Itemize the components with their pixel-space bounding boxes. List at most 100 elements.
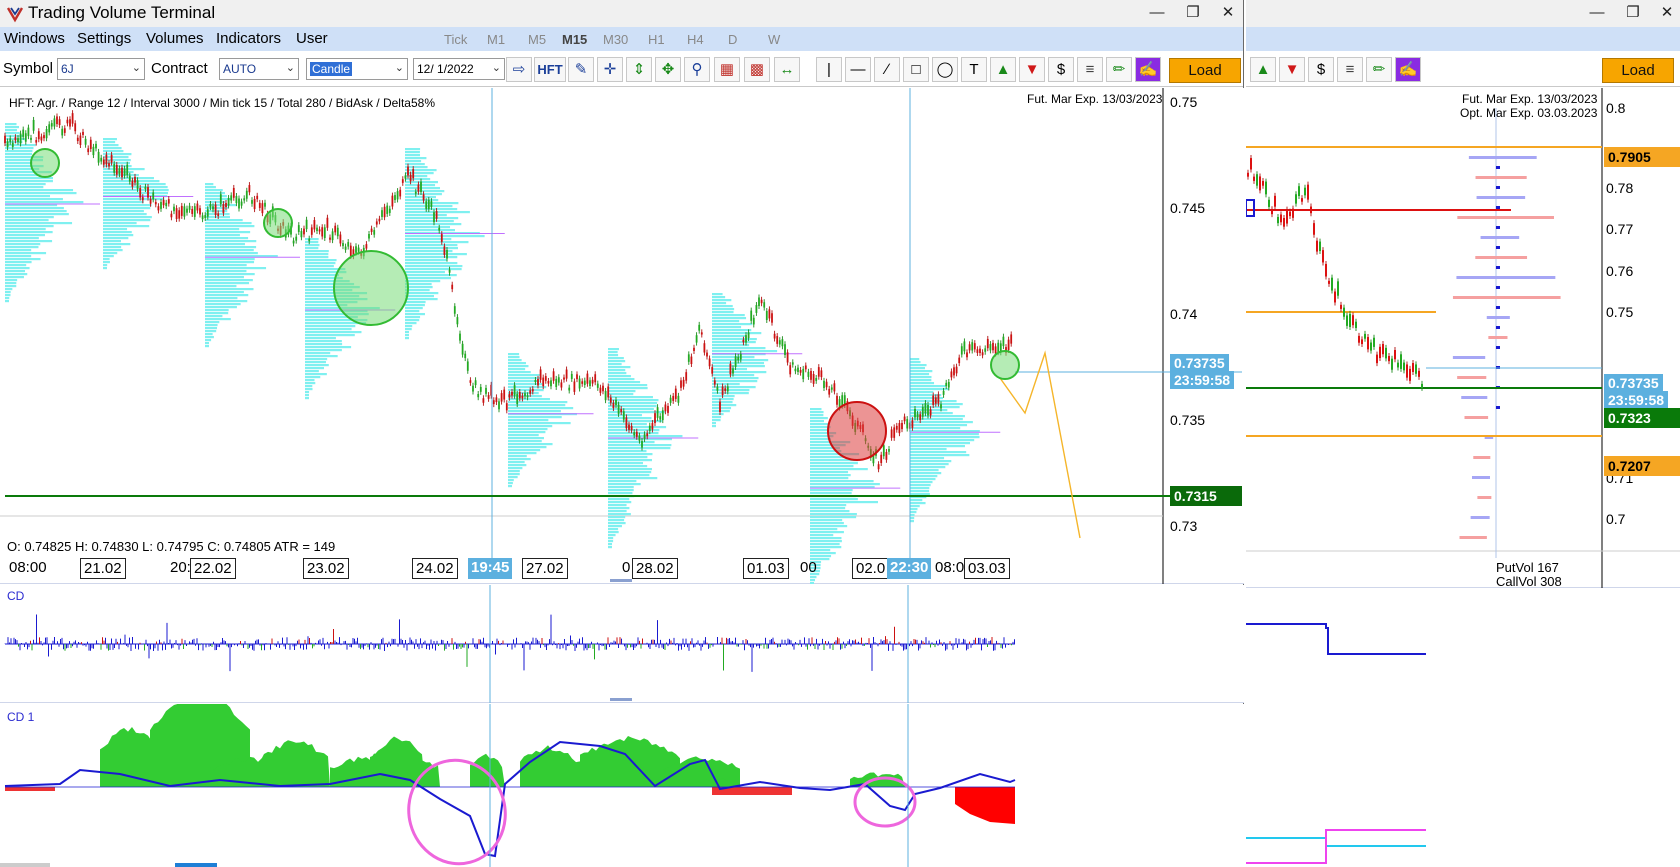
volume-profile-bar bbox=[712, 413, 724, 416]
candle bbox=[175, 208, 178, 219]
buy-arrow-icon[interactable]: ▲ bbox=[1250, 57, 1276, 82]
candle bbox=[134, 176, 136, 183]
volume-profile-bar bbox=[405, 196, 436, 199]
tf-d[interactable]: D bbox=[728, 32, 737, 47]
load-button[interactable]: Load bbox=[1169, 58, 1241, 83]
symbol-select[interactable]: 6J ⌄ bbox=[57, 58, 145, 80]
volume-profile-bar bbox=[712, 356, 755, 359]
candle bbox=[157, 206, 160, 211]
fit-vertical-icon[interactable]: ⇕ bbox=[626, 57, 652, 82]
horizontal-line-icon[interactable]: — bbox=[845, 57, 871, 82]
candle bbox=[565, 369, 568, 379]
tf-m30[interactable]: M30 bbox=[603, 32, 628, 47]
menu-windows[interactable]: Windows bbox=[4, 30, 65, 47]
maximize-icon[interactable]: ❐ bbox=[1622, 3, 1644, 23]
cd-panel[interactable]: CD bbox=[0, 585, 1244, 703]
cd1-panel[interactable]: CD 1 bbox=[0, 704, 1244, 867]
back-arrow-icon[interactable]: ⇨ bbox=[506, 57, 532, 82]
move-icon[interactable]: ✥ bbox=[655, 57, 681, 82]
rectangle-icon[interactable]: □ bbox=[903, 57, 929, 82]
chart-type-select[interactable]: Candle ⌄ bbox=[306, 58, 408, 80]
volume-profile-bar bbox=[608, 543, 612, 546]
brush-icon[interactable]: ✏ bbox=[1366, 57, 1392, 82]
trend-line-icon[interactable]: ∕ bbox=[874, 57, 900, 82]
menu-settings[interactable]: Settings bbox=[77, 30, 131, 47]
volume-profile-bar bbox=[103, 246, 122, 249]
candle bbox=[921, 406, 924, 417]
sell-arrow-icon[interactable]: ▼ bbox=[1019, 57, 1045, 82]
volume-profile-bar bbox=[103, 177, 154, 180]
pencil-icon[interactable]: ✎ bbox=[568, 57, 594, 82]
volume-profile-bar bbox=[5, 240, 53, 243]
candle bbox=[919, 414, 922, 421]
date-picker[interactable]: 12/ 1/2022 ⌄ bbox=[413, 58, 505, 80]
profile-icon[interactable]: ▩ bbox=[744, 57, 770, 82]
text-icon[interactable]: T bbox=[961, 57, 987, 82]
dollar-icon[interactable]: $ bbox=[1048, 57, 1074, 82]
dollar-icon[interactable]: $ bbox=[1308, 57, 1334, 82]
candle bbox=[893, 427, 896, 438]
minimize-icon[interactable]: — bbox=[1586, 3, 1608, 23]
volume-profile-bar bbox=[910, 427, 961, 430]
tf-m1[interactable]: M1 bbox=[487, 32, 505, 47]
vertical-line-icon[interactable]: | bbox=[816, 57, 842, 82]
crosshair-icon[interactable]: ✛ bbox=[597, 57, 623, 82]
volume-profile-bar bbox=[103, 141, 116, 144]
volume-profile-bar bbox=[608, 441, 655, 444]
volume-profile-bar bbox=[508, 422, 571, 425]
volume-profile-bar bbox=[103, 174, 139, 177]
tf-m5[interactable]: M5 bbox=[528, 32, 546, 47]
scrollbar-track bbox=[0, 863, 50, 867]
volume-profile-bar bbox=[508, 428, 548, 431]
close-icon[interactable]: ✕ bbox=[1656, 3, 1678, 23]
price-label: 0.76 bbox=[1606, 263, 1634, 279]
eraser-icon[interactable]: ✍ bbox=[1395, 57, 1421, 82]
main-chart-pane[interactable]: HFT: Agr. / Range 12 / Interval 3000 / M… bbox=[0, 88, 1244, 584]
buy-arrow-icon[interactable]: ▲ bbox=[990, 57, 1016, 82]
ellipse-icon[interactable]: ◯ bbox=[932, 57, 958, 82]
tf-h1[interactable]: H1 bbox=[648, 32, 665, 47]
date-label: 24.02 bbox=[412, 558, 458, 579]
candle bbox=[986, 338, 989, 349]
volume-profile-bar bbox=[608, 372, 627, 375]
candle bbox=[721, 386, 724, 396]
brush-icon[interactable]: ✏ bbox=[1106, 57, 1132, 82]
tf-tick[interactable]: Tick bbox=[444, 32, 467, 47]
candle bbox=[141, 197, 144, 201]
eraser-icon[interactable]: ✍ bbox=[1135, 57, 1161, 82]
tf-h4[interactable]: H4 bbox=[687, 32, 704, 47]
fibo-icon[interactable]: ≡ bbox=[1077, 57, 1103, 82]
volume-profile-bar bbox=[910, 457, 945, 460]
price-chart[interactable] bbox=[0, 88, 1244, 584]
load-button[interactable]: Load bbox=[1602, 58, 1674, 83]
minimize-icon[interactable]: — bbox=[1146, 3, 1168, 23]
volume-profile-bar bbox=[608, 492, 633, 495]
sell-arrow-icon[interactable]: ▼ bbox=[1279, 57, 1305, 82]
menu-indicators[interactable]: Indicators bbox=[216, 30, 281, 47]
volume-profile-bar bbox=[712, 314, 745, 317]
menu-user[interactable]: User bbox=[296, 30, 328, 47]
hft-button[interactable]: HFT bbox=[534, 57, 566, 82]
options-chart-pane[interactable]: Fut. Mar Exp. 13/03/2023 Opt. Mar Exp. 0… bbox=[1246, 88, 1680, 612]
maximize-icon[interactable]: ❐ bbox=[1182, 3, 1204, 23]
menu-volumes[interactable]: Volumes bbox=[146, 30, 204, 47]
close-icon[interactable]: ✕ bbox=[1217, 3, 1239, 23]
cluster-icon[interactable]: ▦ bbox=[714, 57, 740, 82]
zoom-icon[interactable]: ⚲ bbox=[684, 57, 710, 82]
candle bbox=[459, 333, 461, 341]
fibo-icon[interactable]: ≡ bbox=[1337, 57, 1363, 82]
range-icon[interactable]: ↔ bbox=[774, 57, 800, 82]
candle bbox=[1340, 304, 1342, 309]
volume-cluster-circle bbox=[333, 250, 409, 326]
cd1-red-area bbox=[5, 787, 55, 791]
candle bbox=[1002, 336, 1005, 347]
volume-profile-bar bbox=[405, 148, 421, 151]
volume-profile-bar bbox=[405, 220, 454, 223]
tf-m15[interactable]: M15 bbox=[562, 32, 587, 47]
candle bbox=[1304, 187, 1306, 196]
tf-w[interactable]: W bbox=[768, 32, 780, 47]
candle bbox=[482, 398, 485, 403]
volume-profile-bar bbox=[205, 318, 231, 321]
menu-bar: ⇆ bbox=[1246, 27, 1680, 76]
contract-select[interactable]: AUTO ⌄ bbox=[219, 58, 299, 80]
